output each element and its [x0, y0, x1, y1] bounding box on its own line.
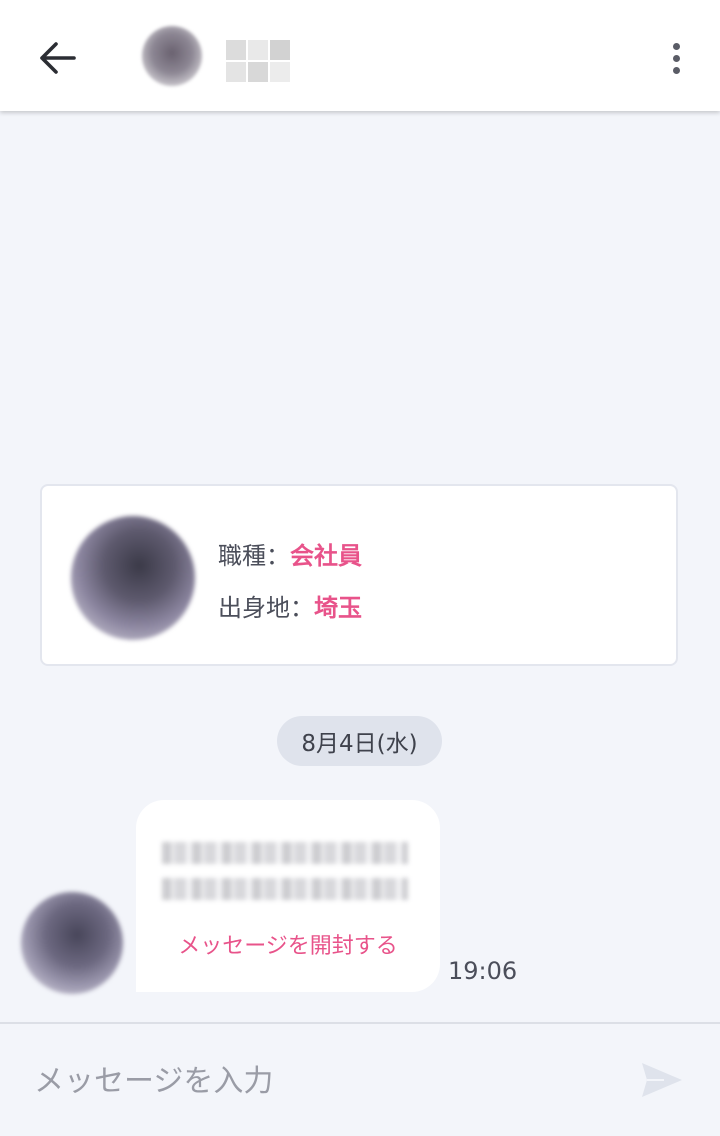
hometown-value: 埼玉	[314, 594, 362, 622]
send-icon	[642, 1063, 682, 1097]
back-button[interactable]	[30, 34, 82, 82]
message-timestamp: 19:06	[448, 957, 518, 985]
blurred-message-text	[162, 878, 408, 900]
partner-avatar[interactable]	[142, 26, 202, 86]
message-sender-avatar[interactable]	[21, 892, 123, 994]
app-header	[0, 0, 720, 111]
profile-card[interactable]: 職種：会社員 出身地：埼玉	[40, 484, 678, 666]
job-value: 会社員	[290, 542, 362, 570]
job-row: 職種：会社員	[218, 536, 362, 571]
hometown-label: 出身地：	[218, 594, 314, 622]
profile-avatar	[71, 516, 195, 640]
hometown-row: 出身地：埼玉	[218, 588, 362, 623]
message-input[interactable]	[34, 1054, 604, 1108]
message-composer	[0, 1022, 720, 1136]
open-message-link[interactable]: メッセージを開封する	[136, 928, 440, 960]
date-separator: 8月4日(水)	[277, 716, 442, 766]
blurred-message-text	[162, 842, 408, 864]
message-bubble: メッセージを開封する	[136, 800, 440, 992]
more-menu-button[interactable]	[660, 36, 692, 80]
more-vertical-icon	[672, 42, 680, 50]
partner-name-obscured	[226, 40, 290, 84]
send-button[interactable]	[640, 1060, 688, 1104]
arrow-left-icon	[40, 42, 76, 74]
job-label: 職種：	[218, 542, 290, 570]
